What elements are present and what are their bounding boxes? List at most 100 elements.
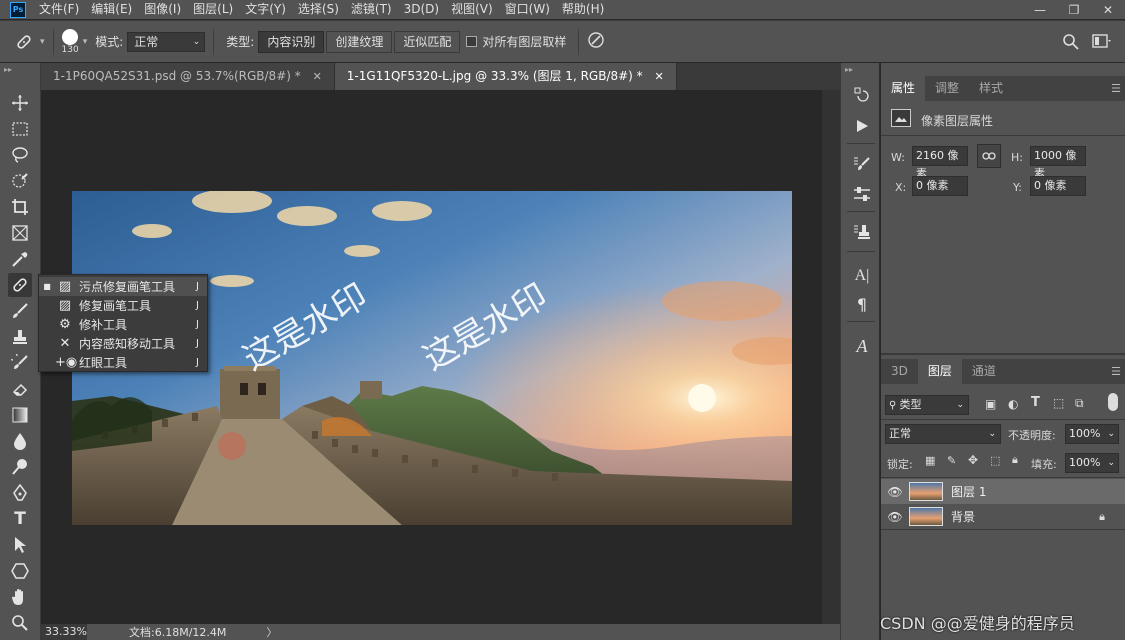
lock-artboard-icon[interactable]: ⬚ (990, 454, 1000, 467)
menu-file[interactable]: 文件(F) (33, 0, 85, 19)
opacity-field[interactable]: 100% ⌄ (1065, 424, 1119, 444)
path-select-tool-icon[interactable] (8, 533, 32, 557)
preset-chevron-icon[interactable]: ▾ (40, 37, 45, 47)
x-field[interactable]: 0 像素 (912, 176, 968, 196)
paragraph-panel-icon[interactable]: ¶ (851, 293, 873, 315)
filter-adjustment-icon[interactable]: ◐ (1008, 397, 1018, 411)
fill-field[interactable]: 100% ⌄ (1065, 453, 1119, 473)
status-menu-arrow-icon[interactable]: 〉 (266, 624, 277, 640)
quick-select-tool-icon[interactable] (8, 169, 32, 193)
menu-image[interactable]: 图像(I) (138, 0, 187, 19)
frame-tool-icon[interactable] (8, 221, 32, 245)
menu-window[interactable]: 窗口(W) (499, 0, 556, 19)
filter-pixel-icon[interactable]: ▣ (985, 397, 996, 411)
flyout-item-patch[interactable]: ⚙ 修补工具 J (39, 315, 207, 334)
vertical-scrollbar[interactable] (822, 90, 840, 624)
gradient-tool-icon[interactable] (8, 403, 32, 427)
layer-name[interactable]: 背景 (951, 508, 975, 525)
spot-healing-brush-preset-icon[interactable] (12, 30, 36, 54)
menu-select[interactable]: 选择(S) (292, 0, 345, 19)
menu-view[interactable]: 视图(V) (445, 0, 499, 19)
proximity-match-button[interactable]: 近似匹配 (394, 30, 461, 53)
visibility-eye-icon[interactable]: 👁︎ (881, 510, 909, 524)
menu-type[interactable]: 文字(Y) (239, 0, 292, 19)
link-icon[interactable] (977, 144, 1001, 168)
tab-document-2[interactable]: 1-1G11QF5320-L.jpg @ 33.3% (图层 1, RGB/8#… (334, 63, 677, 90)
tab-adjustments[interactable]: 调整 (925, 76, 969, 101)
zoom-field[interactable]: 33.33% (41, 624, 87, 640)
clone-stamp-tool-icon[interactable] (8, 325, 32, 349)
layer-row[interactable]: 👁︎ 图层 1 (881, 479, 1125, 504)
hand-tool-icon[interactable] (8, 585, 32, 609)
close-button[interactable]: ✕ (1091, 0, 1125, 19)
tab-properties[interactable]: 属性 (881, 76, 926, 101)
width-field[interactable]: 2160 像素 (912, 146, 968, 180)
menu-layer[interactable]: 图层(L) (187, 0, 239, 19)
glyphs-panel-icon[interactable]: A (851, 335, 873, 357)
marquee-tool-icon[interactable] (8, 117, 32, 141)
brush-tool-icon[interactable] (8, 299, 32, 323)
filter-shape-icon[interactable]: ⬚ (1053, 396, 1064, 410)
brush-settings-icon[interactable] (851, 153, 873, 175)
pen-tool-icon[interactable] (8, 481, 32, 505)
tab-channels[interactable]: 通道 (962, 359, 1006, 384)
tab-3d[interactable]: 3D (881, 359, 918, 384)
clone-source-icon[interactable] (851, 221, 873, 243)
flyout-item-red-eye[interactable]: +◉ 红眼工具 J (39, 353, 207, 372)
y-field[interactable]: 0 像素 (1030, 176, 1086, 196)
create-texture-button[interactable]: 创建纹理 (326, 30, 393, 53)
lock-all-icon[interactable]: 🔒︎ (1012, 453, 1018, 467)
panel-menu-icon[interactable]: ☰ (1111, 82, 1121, 95)
tab-document-1[interactable]: 1-1P60QA52S31.psd @ 53.7%(RGB/8#) * ✕ (41, 63, 335, 90)
history-brush-tool-icon[interactable] (8, 351, 32, 375)
layer-name[interactable]: 图层 1 (951, 483, 986, 500)
dodge-tool-icon[interactable] (8, 455, 32, 479)
filter-type-icon[interactable]: T (1031, 395, 1040, 410)
spot-healing-brush-tool-icon[interactable] (8, 273, 32, 297)
history-panel-icon[interactable] (851, 85, 873, 107)
zoom-tool-icon[interactable] (8, 611, 32, 635)
visibility-eye-icon[interactable]: 👁︎ (881, 485, 909, 499)
mode-select[interactable]: 正常 ⌄ (127, 31, 206, 52)
close-icon[interactable]: ✕ (313, 70, 322, 83)
eraser-tool-icon[interactable] (8, 377, 32, 401)
eyedropper-tool-icon[interactable] (8, 247, 32, 271)
menu-edit[interactable]: 编辑(E) (85, 0, 138, 19)
filter-toggle[interactable] (1108, 393, 1118, 411)
workspace-icon[interactable] (1092, 33, 1112, 52)
restore-button[interactable]: ❐ (1057, 0, 1091, 19)
content-aware-button[interactable]: 内容识别 (258, 30, 325, 53)
flyout-item-healing-brush[interactable]: ▨ 修复画笔工具 J (39, 296, 207, 315)
character-panel-icon[interactable]: A| (851, 265, 873, 287)
tab-styles[interactable]: 样式 (969, 76, 1013, 101)
actions-panel-icon[interactable] (851, 115, 873, 137)
filter-smart-object-icon[interactable]: ⧉ (1075, 396, 1084, 411)
close-icon[interactable]: ✕ (655, 70, 664, 83)
sample-all-layers-checkbox[interactable] (466, 36, 478, 47)
lock-pixels-icon[interactable]: ✎ (947, 454, 956, 467)
minimize-button[interactable]: — (1023, 0, 1057, 19)
crop-tool-icon[interactable] (8, 195, 32, 219)
menu-3d[interactable]: 3D(D) (398, 0, 445, 19)
tab-layers[interactable]: 图层 (917, 359, 962, 384)
blend-mode-select[interactable]: 正常 ⌄ (885, 424, 1001, 444)
collapse-icon[interactable]: ▸▸ (845, 65, 853, 74)
lock-position-icon[interactable]: ✥ (968, 453, 978, 467)
menu-help[interactable]: 帮助(H) (556, 0, 610, 19)
collapse-icon[interactable]: ▸▸ (4, 65, 12, 74)
height-field[interactable]: 1000 像素 (1030, 146, 1086, 180)
type-tool-icon[interactable]: T (8, 507, 32, 531)
panel-menu-icon[interactable]: ☰ (1111, 365, 1121, 378)
move-tool-icon[interactable] (8, 91, 32, 115)
search-icon[interactable] (1062, 33, 1080, 54)
lasso-tool-icon[interactable] (8, 143, 32, 167)
menu-filter[interactable]: 滤镜(T) (345, 0, 398, 19)
pressure-size-icon[interactable] (587, 31, 605, 53)
flyout-item-content-aware-move[interactable]: ✕ 内容感知移动工具 J (39, 334, 207, 353)
layer-filter-select[interactable]: ⚲ 类型 ⌄ (885, 395, 969, 415)
lock-transparent-icon[interactable]: ▦ (925, 454, 935, 467)
flyout-item-spot-healing[interactable]: ■ ▨ 污点修复画笔工具 J (39, 277, 207, 296)
shape-tool-icon[interactable] (8, 559, 32, 583)
layer-row[interactable]: 👁︎ 背景 🔒︎ (881, 504, 1125, 529)
brush-chevron-icon[interactable]: ▾ (83, 37, 88, 47)
